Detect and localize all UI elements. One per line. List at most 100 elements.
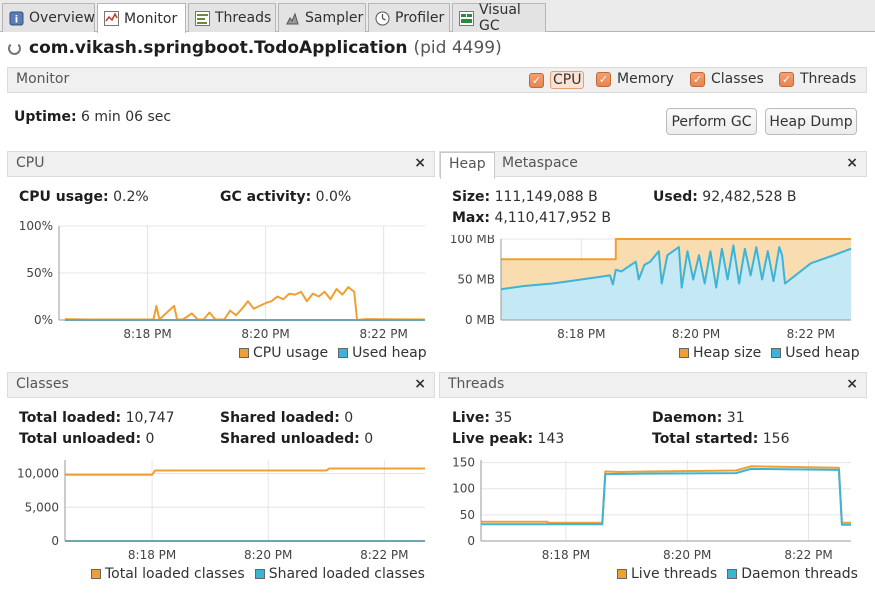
monitor-icon: [104, 11, 119, 26]
y-tick-label: 50: [460, 508, 475, 522]
tab-bar: i Overview Monitor Threads Sampler Profi…: [0, 0, 875, 34]
application-title: com.vikash.springboot.TodoApplication (p…: [8, 38, 502, 58]
tab-overview[interactable]: i Overview: [2, 3, 95, 32]
visual-gc-icon: [459, 10, 474, 26]
perform-gc-button[interactable]: Perform GC: [666, 108, 757, 135]
close-icon[interactable]: ×: [846, 376, 858, 392]
y-tick-label: 0 MB: [465, 313, 495, 327]
threads-legend: Live threads Daemon threads: [617, 566, 858, 582]
checkmark-icon: ✓: [596, 71, 611, 87]
live-peak-stat: Live peak: 143: [452, 431, 564, 447]
x-tick-label: 8:18 PM: [542, 548, 590, 562]
classes-panel-header: Classes ×: [7, 372, 435, 398]
process-id: (pid 4499): [413, 38, 502, 58]
legend-swatch: [338, 348, 349, 358]
stat-label: CPU usage:: [19, 189, 109, 205]
threads-checkbox[interactable]: ✓ Threads: [779, 71, 856, 87]
legend-label: Live threads: [631, 566, 718, 582]
cpu-chart: 100% 50% 0% 8:18 PM 8:20 PM 8:22 PM: [19, 219, 426, 341]
memory-checkbox[interactable]: ✓ Memory: [596, 71, 674, 87]
classes-panel-title: Classes: [16, 376, 69, 392]
cpu-panel-header: CPU ×: [7, 151, 435, 177]
legend-swatch: [771, 348, 782, 358]
metaspace-tab[interactable]: Metaspace: [494, 152, 586, 178]
close-icon[interactable]: ×: [414, 376, 426, 392]
classes-legend: Total loaded classes Shared loaded class…: [91, 566, 425, 582]
uptime-value: 6 min 06 sec: [81, 109, 172, 125]
classes-checkbox[interactable]: ✓ Classes: [690, 71, 764, 87]
shared-loaded-stat: Shared loaded: 0: [220, 410, 353, 426]
stat-value: 4,110,417,952 B: [494, 210, 611, 226]
legend-swatch: [727, 569, 738, 579]
shared-unloaded-stat: Shared unloaded: 0: [220, 431, 373, 447]
stat-label: Max:: [452, 210, 491, 226]
threads-panel-header: Threads ×: [439, 372, 867, 398]
y-tick-label: 0%: [34, 313, 53, 327]
uptime: Uptime: 6 min 06 sec: [14, 109, 171, 125]
classes-chart: 10,000 5,000 0 8:18 PM 8:20 PM 8:22 PM: [17, 460, 425, 562]
sampler-icon: [285, 11, 300, 26]
legend-swatch: [239, 348, 249, 358]
tab-threads[interactable]: Threads: [188, 3, 276, 32]
y-tick-label: 100%: [19, 219, 53, 233]
legend-swatch: [254, 569, 265, 579]
tab-monitor[interactable]: Monitor: [97, 3, 186, 33]
x-tick-label: 8:22 PM: [359, 327, 407, 341]
heap-used-stat: Used: 92,482,528 B: [653, 189, 797, 205]
x-tick-label: 8:18 PM: [123, 327, 171, 341]
tab-sampler[interactable]: Sampler: [278, 3, 366, 32]
stat-label: Shared loaded:: [220, 410, 340, 426]
stat-label: Total unloaded:: [19, 431, 142, 447]
stat-value: 156: [762, 431, 790, 447]
cpu-panel-title: CPU: [16, 155, 45, 171]
heap-panel-header: Heap Metaspace ×: [439, 151, 867, 179]
svg-text:i: i: [15, 14, 18, 25]
tab-visual-gc[interactable]: Visual GC: [452, 2, 546, 34]
checkmark-icon: ✓: [529, 72, 544, 88]
close-icon[interactable]: ×: [846, 155, 858, 171]
legend-label: Shared loaded classes: [268, 566, 425, 582]
stat-label: Live:: [452, 410, 490, 426]
heap-tab[interactable]: Heap: [440, 152, 495, 179]
threads-chart: 150 100 50 0 8:18 PM 8:20 PM 8:22 PM: [452, 456, 851, 562]
stat-label: Total started:: [652, 431, 759, 447]
y-tick-label: 50 MB: [457, 273, 495, 287]
stat-value: 0.2%: [113, 189, 149, 205]
plot-area: [65, 460, 425, 541]
tab-label: Profiler: [395, 10, 445, 26]
legend-label: Used heap: [352, 345, 427, 361]
close-icon[interactable]: ×: [414, 155, 426, 171]
x-tick-label: 8:22 PM: [360, 548, 408, 562]
y-tick-label: 0: [467, 534, 475, 548]
uptime-label: Uptime:: [14, 109, 77, 125]
stat-value: 0: [145, 431, 155, 447]
legend-label: Daemon threads: [741, 566, 858, 582]
application-name: com.vikash.springboot.TodoApplication: [29, 38, 408, 58]
tab-label: Threads: [215, 10, 272, 26]
stat-value: 111,149,088 B: [494, 189, 598, 205]
heap-size-stat: Size: 111,149,088 B: [452, 189, 598, 205]
y-tick-label: 100: [452, 482, 475, 496]
stat-value: 0.0%: [315, 189, 352, 205]
monitor-label: Monitor: [16, 71, 70, 87]
checkbox-label: Classes: [711, 71, 764, 87]
daemon-threads-stat: Daemon: 31: [652, 410, 745, 426]
tab-label: Overview: [29, 10, 95, 26]
tab-label: Visual GC: [479, 2, 521, 34]
stat-label: Used:: [653, 189, 698, 205]
tab-profiler[interactable]: Profiler: [368, 3, 450, 32]
legend-swatch: [91, 569, 101, 579]
stat-value: 143: [537, 431, 565, 447]
stat-label: Size:: [452, 189, 491, 205]
y-tick-label: 0: [51, 534, 59, 548]
legend-label: Total loaded classes: [105, 566, 245, 582]
heap-dump-button[interactable]: Heap Dump: [765, 108, 857, 135]
cpu-usage-stat: CPU usage: 0.2%: [19, 189, 149, 205]
threads-icon: [195, 10, 210, 26]
live-threads-stat: Live: 35: [452, 410, 512, 426]
x-tick-label: 8:20 PM: [241, 327, 289, 341]
cpu-checkbox[interactable]: ✓ CPU: [529, 71, 585, 89]
stat-label: Total loaded:: [19, 410, 122, 426]
stat-value: 10,747: [125, 410, 175, 426]
stat-label: Daemon:: [652, 410, 723, 426]
